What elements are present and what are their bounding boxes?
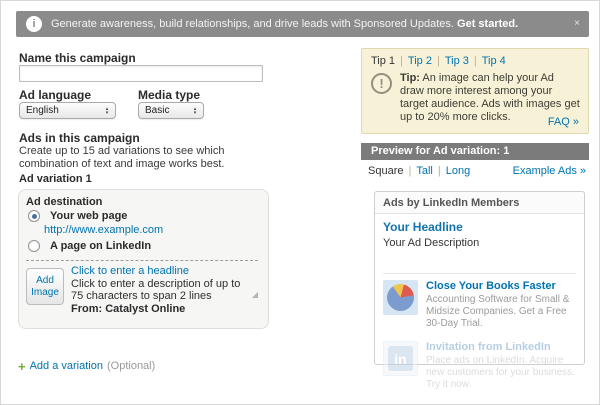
- ad-variation-panel: Ad destination Your web page http://www.…: [18, 189, 269, 329]
- campaign-name-input[interactable]: [19, 65, 263, 82]
- ad-language-value: English: [26, 105, 59, 116]
- preview-header: Preview for Ad variation: 1: [361, 143, 589, 160]
- tab-tip-4[interactable]: Tip 4: [482, 55, 506, 67]
- destination-url-link[interactable]: http://www.example.com: [44, 224, 163, 236]
- example-ad-description: Place ads on LinkedIn. Acquire new custo…: [426, 355, 575, 390]
- destination-option-web-page[interactable]: Your web page: [28, 210, 127, 222]
- radio-label: A page on LinkedIn: [50, 240, 152, 252]
- tab-long[interactable]: Long: [446, 165, 470, 177]
- example-ad-headline[interactable]: Invitation from LinkedIn: [426, 341, 576, 353]
- ads-description: Create up to 15 ad variations to see whi…: [19, 145, 225, 170]
- campaign-setup-page: i Generate awareness, build relationship…: [0, 0, 600, 405]
- tab-tip-3[interactable]: Tip 3: [445, 55, 469, 67]
- stepper-down-icon: ▾: [193, 109, 197, 116]
- divider: [26, 260, 258, 261]
- plus-icon: +: [18, 358, 26, 374]
- radio-page-on-linkedin[interactable]: [28, 240, 40, 252]
- name-campaign-label: Name this campaign: [19, 51, 136, 65]
- preview-headline[interactable]: Your Headline: [383, 220, 576, 234]
- ad-language-select[interactable]: English ▴ ▾: [19, 102, 116, 119]
- tab-square[interactable]: Square: [368, 165, 403, 177]
- exclamation-icon: !: [371, 73, 392, 94]
- add-variation-link[interactable]: Add a variation: [30, 360, 103, 372]
- linkedin-in-icon: in: [388, 346, 413, 371]
- example-ad-row: in Invitation from LinkedIn Place ads on…: [383, 341, 576, 391]
- tab-separator: |: [473, 55, 477, 67]
- tip-label: Tip:: [400, 72, 420, 84]
- media-type-label: Media type: [138, 88, 201, 102]
- preview-ad-description: Your Ad Description: [383, 237, 480, 249]
- media-type-select[interactable]: Basic ▴ ▾: [138, 102, 204, 119]
- tab-separator: |: [408, 165, 412, 177]
- example-ad-headline[interactable]: Close Your Books Faster: [426, 280, 576, 292]
- enter-description-area[interactable]: Click to enter a description of up to 75…: [71, 278, 249, 302]
- example-ad-description: Accounting Software for Small & Midsize …: [426, 294, 570, 329]
- add-variation-row[interactable]: + Add a variation (Optional): [18, 358, 156, 374]
- radio-label: Your web page: [50, 210, 128, 222]
- get-started-link[interactable]: Get started.: [457, 18, 518, 30]
- tab-tip-2[interactable]: Tip 2: [408, 55, 432, 67]
- add-image-button[interactable]: Add Image: [26, 268, 64, 305]
- destination-option-linkedin-page[interactable]: A page on LinkedIn: [28, 240, 151, 252]
- ad-language-label: Ad language: [19, 88, 92, 102]
- linkedin-logo-image: in: [383, 341, 418, 376]
- ad-destination-label: Ad destination: [26, 196, 103, 208]
- pie-chart-icon: [387, 284, 414, 311]
- tab-separator: |: [400, 55, 403, 67]
- tab-tall[interactable]: Tall: [416, 165, 433, 177]
- banner-text: Generate awareness, build relationships,…: [51, 18, 519, 30]
- tab-separator: |: [436, 55, 440, 67]
- radio-your-web-page[interactable]: [28, 210, 40, 222]
- ad-preview-box: Ads by LinkedIn Members Your Headline Yo…: [374, 191, 585, 390]
- ads-by-members-header: Ads by LinkedIn Members: [375, 192, 584, 214]
- optional-label: (Optional): [106, 360, 156, 372]
- tips-box: Tip 1 | Tip 2 | Tip 3 | Tip 4 ! Tip: An image …: [361, 48, 589, 134]
- from-company-label: From: Catalyst Online: [71, 303, 186, 315]
- stepper-down-icon: ▾: [105, 109, 109, 116]
- resize-handle-icon[interactable]: ◢: [252, 290, 258, 299]
- media-type-value: Basic: [145, 105, 170, 116]
- info-icon: i: [26, 16, 42, 32]
- preview-tabs: Square | Tall | Long Example Ads »: [361, 165, 589, 179]
- ads-in-campaign-heading: Ads in this campaign: [19, 131, 140, 145]
- tab-tip-1[interactable]: Tip 1: [371, 55, 395, 67]
- stepper-icon: ▴ ▾: [189, 106, 203, 116]
- ad-variation-heading: Ad variation 1: [19, 173, 92, 185]
- pie-chart-image: [383, 280, 418, 315]
- faq-link[interactable]: FAQ »: [548, 116, 579, 128]
- tips-tabs: Tip 1 | Tip 2 | Tip 3 | Tip 4: [371, 55, 506, 67]
- tab-separator: |: [437, 165, 441, 177]
- close-icon[interactable]: ×: [574, 18, 580, 30]
- enter-headline-link[interactable]: Click to enter a headline: [71, 265, 189, 277]
- example-ad-row: Close Your Books Faster Accounting Softw…: [383, 280, 576, 330]
- example-ads-link[interactable]: Example Ads »: [513, 165, 586, 177]
- preview-body: Your Headline Your Ad Description Close …: [375, 214, 584, 397]
- sponsored-updates-banner: i Generate awareness, build relationship…: [16, 11, 589, 37]
- divider: [383, 273, 576, 274]
- stepper-icon: ▴ ▾: [101, 106, 115, 116]
